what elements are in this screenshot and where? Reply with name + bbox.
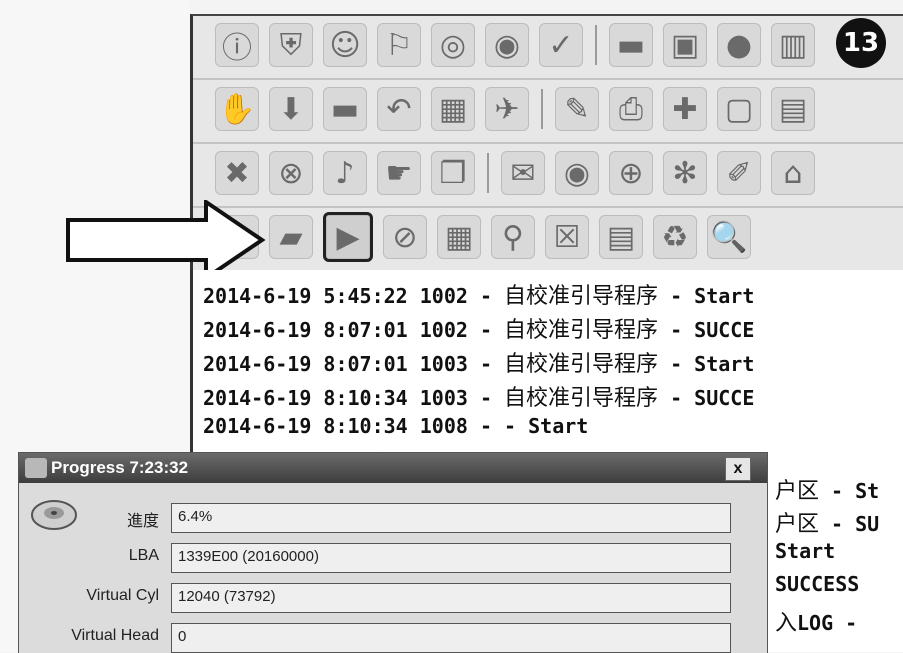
log-status: - Start <box>658 284 755 308</box>
calculator-icon[interactable]: ▦ <box>437 215 481 259</box>
bell-icon[interactable]: ♪ <box>323 151 367 195</box>
log-status: - SUCCE <box>658 318 755 342</box>
virtual-cyl-field: 12040 (73792) <box>171 583 731 613</box>
recycle-icon[interactable]: ♻ <box>653 215 697 259</box>
pointer-hand-icon[interactable]: ☛ <box>377 151 421 195</box>
copy-pages-icon[interactable]: ❐ <box>431 151 475 195</box>
shield-check-icon[interactable]: ⛨ <box>269 23 313 67</box>
toolbar-row-3: ✖ ⊗ ♪ ☛ ❐ ✉ ◉ ⊕ ✻ ✐ ⌂ <box>215 144 815 202</box>
log-cjk-text: 入 <box>775 611 798 636</box>
monitor-settings-icon[interactable]: ▣ <box>663 23 707 67</box>
toolbar-separator <box>595 25 597 65</box>
toolbar-separator <box>541 89 543 129</box>
back-arrow-icon[interactable]: ↶ <box>377 87 421 131</box>
log-text: 2014-6-19 8:10:34 1008 - - Start <box>203 414 589 438</box>
log-cjk-text: 户区 <box>775 512 820 537</box>
log-status: - Start <box>658 352 755 376</box>
log-status: - SU <box>819 512 880 536</box>
log-text: 2014-6-19 5:45:22 1002 - <box>203 284 505 308</box>
log-text: 2014-6-19 8:07:01 1002 - <box>203 318 505 342</box>
magnifier-icon[interactable]: 🔍 <box>707 215 751 259</box>
car-icon[interactable]: ▰ <box>269 215 313 259</box>
toolbar-area: ⓘ⛨☺⚐◎◉✓▬▣●▥ ✋⬇▬↶▦✈✎⎙✚▢▤ ✖⊗♪☛❐✉◉⊕✻✐⌂ ✲▰▶⊘… <box>190 14 903 272</box>
lba-label: LBA <box>128 547 159 564</box>
right-arrow-callout-icon <box>66 200 266 280</box>
log-line: 户区 - St <box>775 473 879 505</box>
log-line: 2014-6-19 8:07:01 1003 - 自校准引导程序 - Start <box>203 346 754 378</box>
log-line: 入LOG - <box>775 605 857 637</box>
log-text: Start <box>775 539 836 563</box>
globe-refresh-icon[interactable]: ◉ <box>485 23 529 67</box>
log-cjk-text: 户区 <box>775 479 820 504</box>
progress-dialog: Progress 7:23:32 x 進度 6.4% LBA 1339E00 (… <box>18 452 768 653</box>
dialog-titlebar[interactable]: Progress 7:23:32 <box>19 453 767 483</box>
app-icon <box>25 458 47 478</box>
log-line: SUCCESS <box>775 572 859 597</box>
printer-icon[interactable]: ⎙ <box>609 87 653 131</box>
toolbar-row-1: ⓘ ⛨ ☺ ⚐ ◎ ◉ ✓ ▬ ▣ ● ▥ <box>215 16 815 74</box>
grid-icon[interactable]: ▤ <box>771 87 815 131</box>
log-line: 户区 - SU <box>775 506 879 538</box>
log-cjk-text: 自校准引导程序 <box>504 284 659 309</box>
log-status: LOG - <box>797 611 858 635</box>
log-line: 2014-6-19 8:10:34 1008 - - Start <box>203 414 588 439</box>
virtual-cyl-label: Virtual Cyl <box>86 587 159 604</box>
lba-field: 1339E00 (20160000) <box>171 543 731 573</box>
log-line: 2014-6-19 8:07:01 1002 - 自校准引导程序 - SUCCE <box>203 312 754 344</box>
hand-card-icon[interactable]: ✋ <box>215 87 259 131</box>
close-button[interactable]: x <box>725 457 751 481</box>
shield-x-icon[interactable]: ✖ <box>215 151 259 195</box>
clipboard-edit-icon[interactable]: ✎ <box>555 87 599 131</box>
chat-icon[interactable]: ✉ <box>501 151 545 195</box>
toolbar-row-4: ✲▰▶⊘▦⚲☒▤♻🔍 <box>215 208 751 266</box>
log-cjk-text: 自校准引导程序 <box>504 352 659 377</box>
panel-icon[interactable]: ▬ <box>323 87 367 131</box>
close-window-icon[interactable]: ☒ <box>545 215 589 259</box>
progress-field: 6.4% <box>171 503 731 533</box>
log-status: - SUCCE <box>658 386 755 410</box>
eye-disc-icon[interactable]: ◉ <box>555 151 599 195</box>
users-icon[interactable]: ☺ <box>323 23 367 67</box>
sphere-icon[interactable]: ● <box>717 23 761 67</box>
trash-icon[interactable]: ▥ <box>771 23 815 67</box>
log-cjk-text: 自校准引导程序 <box>504 318 659 343</box>
log-line: 2014-6-19 5:45:22 1002 - 自校准引导程序 - Start <box>203 278 754 310</box>
log-text: SUCCESS <box>775 572 860 596</box>
no-sign-icon[interactable]: ⊘ <box>383 215 427 259</box>
dialog-title: Progress 7:23:32 <box>51 458 189 477</box>
disc-icon[interactable]: ◎ <box>431 23 475 67</box>
log-status: - St <box>819 479 880 503</box>
log-cjk-text: 自校准引导程序 <box>504 386 659 411</box>
play-icon[interactable]: ▶ <box>323 212 373 262</box>
earth-icon[interactable]: ⊕ <box>609 151 653 195</box>
clipboard-icon[interactable]: ▢ <box>717 87 761 131</box>
log-line: 2014-6-19 8:10:34 1003 - 自校准引导程序 - SUCCE <box>203 380 754 412</box>
wrench-icon[interactable]: ✐ <box>717 151 761 195</box>
x-circle-icon[interactable]: ⊗ <box>269 151 313 195</box>
computer-network-icon[interactable]: ⌂ <box>771 151 815 195</box>
download-icon[interactable]: ⬇ <box>269 87 313 131</box>
gears-icon[interactable]: ✻ <box>663 151 707 195</box>
log-line: Start <box>775 539 835 564</box>
checkmark-icon[interactable]: ✓ <box>539 23 583 67</box>
log-text: 2014-6-19 8:07:01 1003 - <box>203 352 505 376</box>
person-run-icon[interactable]: ⚐ <box>377 23 421 67</box>
step-number-badge: 13 <box>836 18 886 68</box>
info-icon[interactable]: ⓘ <box>215 23 259 67</box>
person-search-icon[interactable]: ⚲ <box>491 215 535 259</box>
toolbar-row-2: ✋ ⬇ ▬ ↶ ▦ ✈ ✎ ⎙ ✚ ▢ ▤ <box>215 80 815 138</box>
virtual-head-label: Virtual Head <box>71 627 159 644</box>
network-icon[interactable]: ▦ <box>431 87 475 131</box>
puzzle-icon[interactable]: ✚ <box>663 87 707 131</box>
document-icon[interactable]: ▤ <box>599 215 643 259</box>
plane-icon[interactable]: ✈ <box>485 87 529 131</box>
virtual-head-field: 0 <box>171 623 731 653</box>
progress-label: 進度 <box>126 513 159 530</box>
toolbar-separator <box>487 153 489 193</box>
memory-chip-icon[interactable]: ▬ <box>609 23 653 67</box>
log-text: 2014-6-19 8:10:34 1003 - <box>203 386 505 410</box>
